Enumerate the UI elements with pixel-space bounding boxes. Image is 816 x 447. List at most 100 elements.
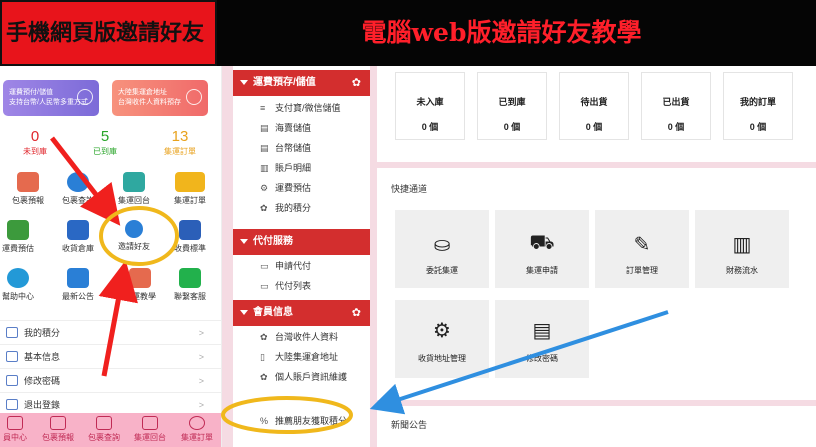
gear-icon: ✿ [260,372,268,382]
sidebar-item-twd[interactable]: ▤ 台幣儲值 [233,138,370,158]
tab-ship-back[interactable]: 集運回台 [127,416,173,443]
tab-member-center[interactable]: 員中心 [0,416,38,443]
grid-item-help[interactable]: 幫助中心 [0,268,46,303]
sidebar-section-member[interactable]: 會員信息 ✿ [233,300,370,326]
order-count: 0 個 [421,122,439,132]
tab-orders[interactable]: 集運訂單 [174,416,220,443]
grid-label: 收費標準 [174,244,206,253]
warehouse-promo-card[interactable]: 大陸集運倉地址 台灣收件人資料預存 [112,80,208,116]
quick-apply[interactable]: ⛟ 集運申請 [495,210,589,288]
sidebar-section-payment[interactable]: 代付服務 [233,229,370,255]
quick-consign[interactable]: ⛀ 委託集運 [395,210,489,288]
grid-item-fee-estimate[interactable]: 運費預估 [0,220,46,255]
stat-not-arrived[interactable]: 0 未到庫 [0,128,70,158]
wallet-icon [77,89,93,105]
stat-number: 5 [100,128,110,145]
quick-finance[interactable]: ▥ 財務流水 [695,210,789,288]
mobile-guide-banner: 手機網頁版邀請好友 [0,0,217,66]
grid-item-invite-friends[interactable]: 邀請好友 [106,220,162,253]
card-icon: ▭ [260,261,269,271]
sidebar-label: 台幣儲值 [275,143,312,153]
grid-item-parcel-forecast[interactable]: 包裹預報 [0,172,56,207]
gears-icon: ⚙ [433,320,451,342]
sidebar-label: 海賣儲值 [275,123,312,133]
tab-label: 集運回台 [134,433,166,442]
menu-basic-info[interactable]: 基本信息 > [0,344,221,368]
sidebar-item-cn-warehouse[interactable]: ▯ 大陸集運倉地址 [233,347,370,367]
sidebar-item-account-detail[interactable]: ▥ 賬戶明細 [233,158,370,178]
tab-label: 包裹查詢 [88,433,120,442]
grid-label: 包裹預報 [12,196,44,205]
grid-label: 收貨倉庫 [62,244,94,253]
grid-item-tutorial[interactable]: 集運教學 [112,268,168,303]
stat-label: 未到庫 [23,147,47,156]
grid-item-warehouse[interactable]: 收貨倉庫 [50,220,106,255]
order-count: 0 個 [585,122,603,132]
help-icon [7,268,29,288]
sidebar-item-fee-estimate[interactable]: ⚙ 運費預估 [233,178,370,198]
quick-access-title: 快捷通道 [391,184,428,194]
calculator-icon [7,220,29,240]
section-title: 會員信息 [253,307,293,318]
box-icon [142,416,158,430]
sidebar-item-apply-payment[interactable]: ▭ 申請代付 [233,256,370,276]
grid-label: 運費預估 [2,244,34,253]
grid-item-fee-standard[interactable]: 收費標準 [162,220,218,255]
mobile-page: 運費預付/儲值 支持台幣/人民幣多重方式 大陸集運倉地址 台灣收件人資料預存 0… [0,66,222,447]
news-title: 新聞公告 [391,420,428,430]
sidebar-item-payment-list[interactable]: ▭ 代付列表 [233,276,370,296]
order-label: 待出貨 [580,97,608,107]
quick-label: 訂單管理 [626,266,658,275]
sidebar-section-prepay[interactable]: 運費預存/儲值 ✿ [233,70,370,96]
order-card-arrived[interactable]: 已到庫 0 個 [477,72,547,140]
sidebar-item-account-info[interactable]: ✿ 個人賬戶資訊維護 [233,367,370,387]
quick-address-manage[interactable]: ⚙ 收貨地址管理 [395,300,489,378]
sidebar-item-my-points[interactable]: ✿ 我的積分 [233,198,370,218]
grid-item-parcel-search[interactable]: 包裹查詢 [50,172,106,207]
order-card-pending[interactable]: 待出貨 0 個 [559,72,629,140]
quick-label: 財務流水 [726,266,758,275]
order-card-not-in[interactable]: 未入庫 0 個 [395,72,465,140]
order-count: 0 個 [749,122,767,132]
order-card-shipped[interactable]: 已出貨 0 個 [641,72,711,140]
sidebar-item-alipay[interactable]: ≡ 支付寶/微信儲值 [233,98,370,118]
points-icon: ✿ [260,203,268,213]
stat-arrived[interactable]: 5 已到庫 [70,128,140,158]
tab-parcel-forecast[interactable]: 包裹預報 [35,416,81,443]
sidebar-item-tw-recipient[interactable]: ✿ 台灣收件人資料 [233,327,370,347]
grid-item-announcements[interactable]: 最新公告 [50,268,106,303]
grid-item-orders[interactable]: 集運訂單 [162,172,218,207]
document-icon: ▯ [260,352,265,362]
order-card-my-orders[interactable]: 我的訂單 0 個 [723,72,793,140]
menu-change-password[interactable]: 修改密碼 > [0,368,221,392]
sidebar-item-refer-friends[interactable]: % 推薦朋友獲取積分 [233,411,370,431]
quick-access-panel: 快捷通道 ⛀ 委託集運 ⛟ 集運申請 ✎ 訂單管理 ▥ 財務流水 ⚙ 收貨地址管理 ▤ 修改… [377,168,816,400]
card-icon: ▭ [260,281,269,291]
menu-my-points[interactable]: 我的積分 > [0,320,221,344]
stat-orders[interactable]: 13 集運訂單 [145,128,215,158]
grid-item-customer-service[interactable]: 聯繫客服 [162,268,218,303]
order-label: 我的訂單 [739,97,776,107]
quick-change-password[interactable]: ▤ 修改密碼 [495,300,589,378]
logout-icon [6,399,18,410]
section-title: 代付服務 [253,236,293,247]
web-sidebar: 運費預存/儲值 ✿ ≡ 支付寶/微信儲值 ▤ 海賣儲值 ▤ 台幣儲值 ▥ 賬戶明細 ⚙ 運費… [233,66,370,447]
stat-label: 集運訂單 [164,147,196,156]
quick-order-manage[interactable]: ✎ 訂單管理 [595,210,689,288]
sidebar-item-overseas[interactable]: ▤ 海賣儲值 [233,118,370,138]
chart-icon: ▥ [260,163,269,173]
search-icon [96,416,112,430]
notebook-icon: ✎ [633,234,651,256]
gear-icon: ✿ [351,307,361,319]
order-label: 已到庫 [498,97,526,107]
sidebar-item-hidden[interactable] [233,387,370,407]
announce-icon [67,268,89,288]
prepay-promo-card[interactable]: 運費預付/儲值 支持台幣/人民幣多重方式 [3,80,99,116]
tab-parcel-search[interactable]: 包裹查詢 [81,416,127,443]
drive-icon: ⛀ [433,234,451,256]
grid-item-ship-back[interactable]: 集運回台 [106,172,162,207]
grid-label: 聯繫客服 [174,292,206,301]
quick-label: 修改密碼 [526,354,558,363]
menu-label: 基本信息 [24,352,61,362]
menu-label: 修改密碼 [24,376,61,386]
